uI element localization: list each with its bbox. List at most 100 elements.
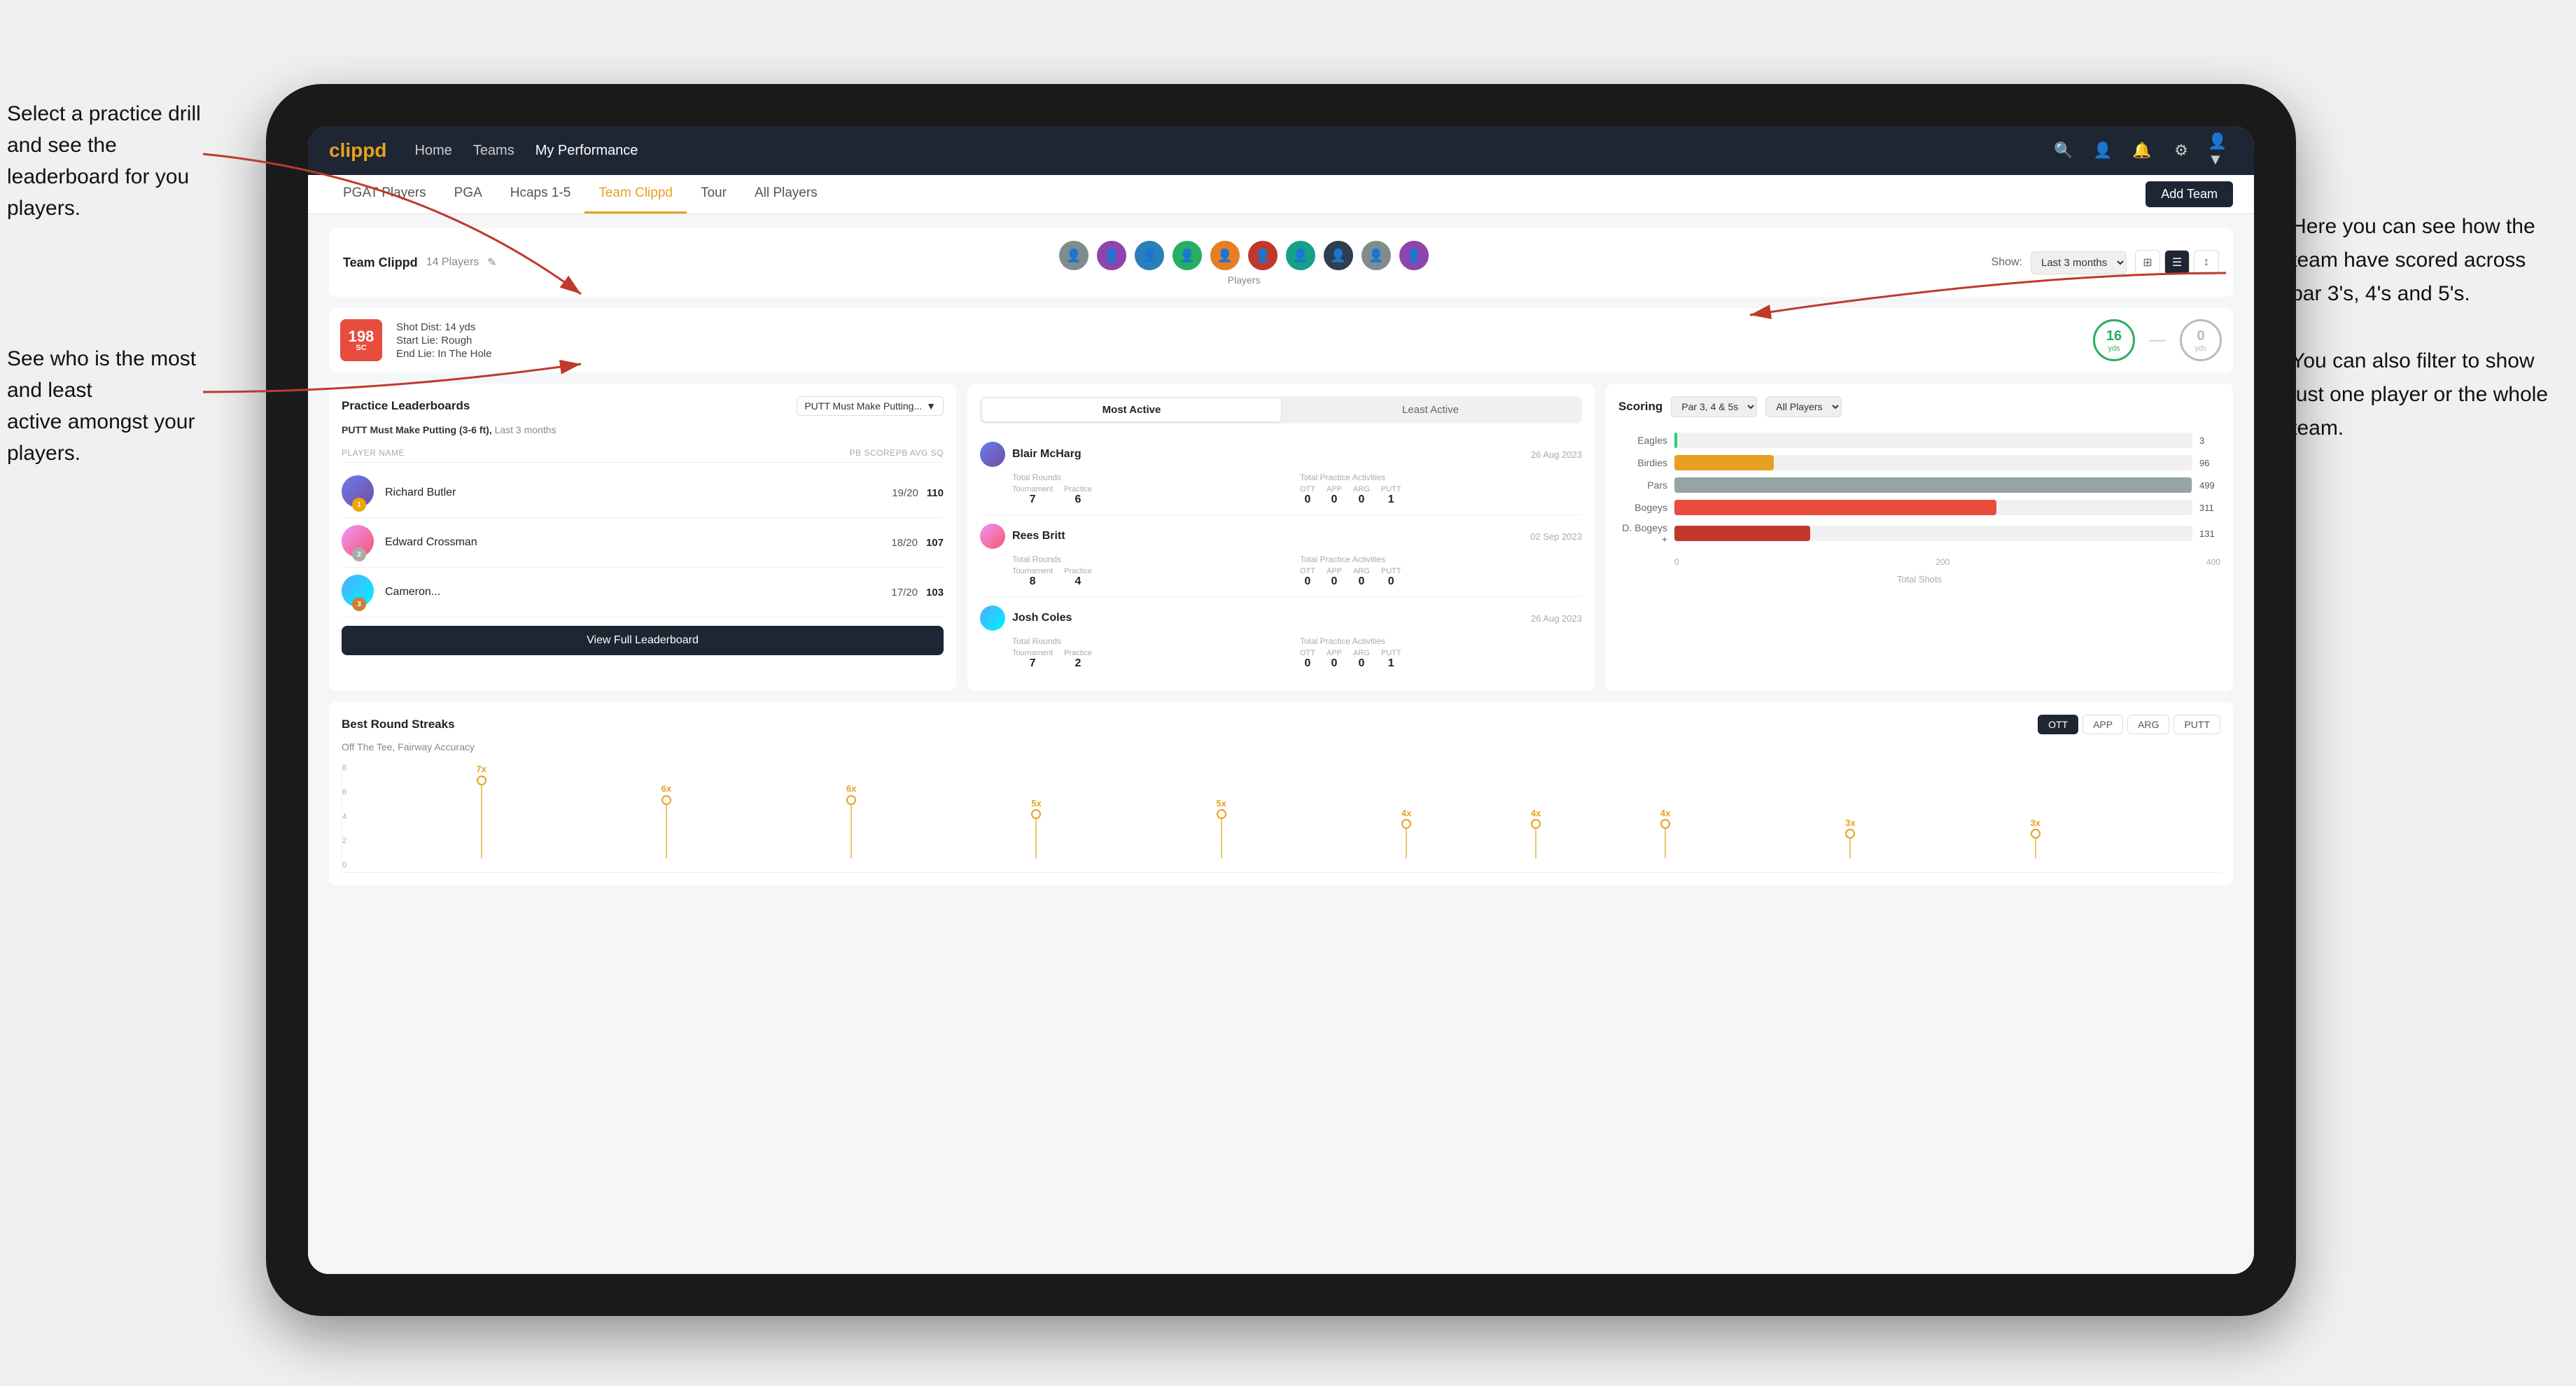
streak-dot-label: 5x	[1217, 798, 1226, 808]
streaks-card: Best Round Streaks OTT APP ARG PUTT Off …	[329, 702, 2233, 886]
player-3-avatar: 3	[342, 575, 377, 610]
birdies-bar	[1674, 455, 1774, 470]
add-team-button[interactable]: Add Team	[2146, 181, 2233, 207]
streak-dot-label: 5x	[1031, 798, 1041, 808]
app-filter-btn[interactable]: APP	[2082, 715, 2123, 734]
most-active-tab[interactable]: Most Active	[982, 398, 1281, 421]
leaderboard-dropdown[interactable]: PUTT Must Make Putting... ▼	[797, 396, 944, 416]
view-icons: ⊞ ☰ ↕	[2135, 250, 2219, 275]
edit-icon[interactable]: ✎	[487, 255, 496, 270]
player-2-name: Edward Crossman	[385, 536, 883, 549]
avatar-4: 👤	[1171, 239, 1203, 272]
bogeys-label: Bogeys	[1618, 502, 1667, 513]
streak-stem	[1221, 814, 1222, 858]
settings-icon[interactable]: ⚙	[2169, 138, 2194, 163]
nav-home[interactable]: Home	[414, 143, 451, 159]
logo: clippd	[329, 139, 386, 162]
sub-nav-pgat[interactable]: PGAT Players	[329, 175, 440, 214]
bogeys-bar-container	[1674, 500, 2192, 515]
activity-player-3: Josh Coles 26 Aug 2023 Total Rounds Tour…	[980, 597, 1582, 678]
activity-date-3: 26 Aug 2023	[1531, 613, 1582, 624]
tournament-stat-2: Tournament 8	[1012, 567, 1053, 588]
rank-badge-2: 2	[352, 547, 366, 561]
sub-nav-pga[interactable]: PGA	[440, 175, 496, 214]
list-view-btn[interactable]: ☰	[2164, 250, 2190, 275]
nav-teams[interactable]: Teams	[473, 143, 514, 159]
streak-chart: 8 6 4 2 0 7x6x6x5x5x4x4x4x3x3x	[342, 761, 2220, 873]
shot-details: Shot Dist: 14 yds Start Lie: Rough End L…	[396, 320, 2079, 361]
arg-stat-1: ARG 0	[1353, 485, 1370, 506]
activity-avatar-2	[980, 524, 1005, 549]
streak-dot	[1217, 809, 1226, 819]
sub-nav-team-clippd[interactable]: Team Clippd	[584, 175, 687, 214]
metric2-container: 0 yds	[2180, 319, 2222, 361]
start-lie: Start Lie: Rough	[396, 335, 2079, 346]
streak-dot-label: 4x	[1660, 808, 1670, 818]
arg-filter-btn[interactable]: ARG	[2127, 715, 2169, 734]
scoring-filter1[interactable]: Par 3, 4 & 5s	[1671, 396, 1757, 417]
player-3-score: 17/20	[891, 587, 918, 598]
team-info: Team Clippd 14 Players ✎	[343, 255, 497, 270]
streak-dot-label: 3x	[1845, 818, 1855, 828]
streak-dot	[1031, 809, 1041, 819]
shot-dist: Shot Dist: 14 yds	[396, 321, 2079, 333]
activity-player-3-header: Josh Coles 26 Aug 2023	[980, 606, 1582, 631]
player-avatars-container: 👤 👤 👤 👤 👤 👤 👤 👤 👤 👤 Players	[1058, 239, 1430, 286]
player-3-sq: 103	[926, 587, 944, 598]
putt-filter-btn[interactable]: PUTT	[2174, 715, 2220, 734]
tournament-stat-3: Tournament 7	[1012, 649, 1053, 670]
pars-row: Pars 499	[1618, 477, 2220, 493]
rank-badge-3: 3	[352, 597, 366, 611]
grid-view-btn[interactable]: ⊞	[2135, 250, 2160, 275]
putt-stat-1: PUTT 1	[1381, 485, 1401, 506]
streak-dot	[2031, 829, 2040, 839]
dbogeys-row: D. Bogeys + 131	[1618, 522, 2220, 545]
streak-dot	[1845, 829, 1855, 839]
eagles-bar	[1674, 433, 1677, 448]
sub-nav-all-players[interactable]: All Players	[741, 175, 832, 214]
annotation-right: Here you can see how theteam have scored…	[2291, 210, 2548, 445]
app-stat-1: APP 0	[1326, 485, 1342, 506]
activity-name-3: Josh Coles	[1012, 612, 1524, 624]
least-active-tab[interactable]: Least Active	[1281, 398, 1580, 421]
annotation-top-left: Select a practice drill and see the lead…	[7, 98, 231, 224]
user-profile-icon[interactable]: 👤▼	[2208, 138, 2233, 163]
users-icon[interactable]: 👤	[2090, 138, 2115, 163]
players-label: Players	[1228, 274, 1261, 286]
scoring-filter2[interactable]: All Players	[1765, 396, 1842, 417]
streak-stem	[481, 780, 482, 858]
birdies-value: 96	[2199, 458, 2220, 468]
metric2-circle: 0 yds	[2180, 319, 2222, 361]
team-name: Team Clippd	[343, 255, 418, 270]
bell-icon[interactable]: 🔔	[2129, 138, 2155, 163]
search-icon[interactable]: 🔍	[2051, 138, 2076, 163]
pars-bar-container	[1674, 477, 2192, 493]
avatar-8: 👤	[1322, 239, 1354, 272]
show-controls: Show: Last 3 months ⊞ ☰ ↕	[1991, 250, 2219, 275]
dbogeys-bar	[1674, 526, 1810, 541]
annotation-bottom-left: See who is the most and leastactive amon…	[7, 343, 231, 469]
practice-activity-values-2: OTT 0 APP 0 ARG	[1300, 567, 1582, 588]
arg-stat-2: ARG 0	[1353, 567, 1370, 588]
ott-filter-btn[interactable]: OTT	[2038, 715, 2078, 734]
nav-my-performance[interactable]: My Performance	[536, 143, 638, 159]
rounds-values-2: Tournament 8 Practice 4	[1012, 567, 1294, 588]
leaderboard-row-3: 3 Cameron... 17/20 103	[342, 568, 944, 617]
sub-nav-tour[interactable]: Tour	[687, 175, 741, 214]
y-axis: 8 6 4 2 0	[342, 761, 370, 872]
show-select[interactable]: Last 3 months	[2031, 251, 2127, 274]
sub-nav-hcaps[interactable]: Hcaps 1-5	[496, 175, 585, 214]
rounds-values-1: Tournament 7 Practice 6	[1012, 485, 1294, 506]
activity-stats-1: Total Rounds Tournament 7 Practice	[1012, 472, 1582, 506]
ott-stat-1: OTT 0	[1300, 485, 1315, 506]
activity-name-2: Rees Britt	[1012, 530, 1523, 542]
sort-btn[interactable]: ↕	[2194, 250, 2219, 275]
streak-stem	[1406, 824, 1407, 858]
practice-activity-values-1: OTT 0 APP 0 ARG	[1300, 485, 1582, 506]
eagles-bar-container	[1674, 433, 2192, 448]
view-leaderboard-button[interactable]: View Full Leaderboard	[342, 626, 944, 655]
end-lie: End Lie: In The Hole	[396, 348, 2079, 360]
streaks-filters: OTT APP ARG PUTT	[2038, 715, 2220, 734]
table-header: PLAYER NAME PB SCORE PB AVG SQ	[342, 444, 944, 463]
birdies-row: Birdies 96	[1618, 455, 2220, 470]
